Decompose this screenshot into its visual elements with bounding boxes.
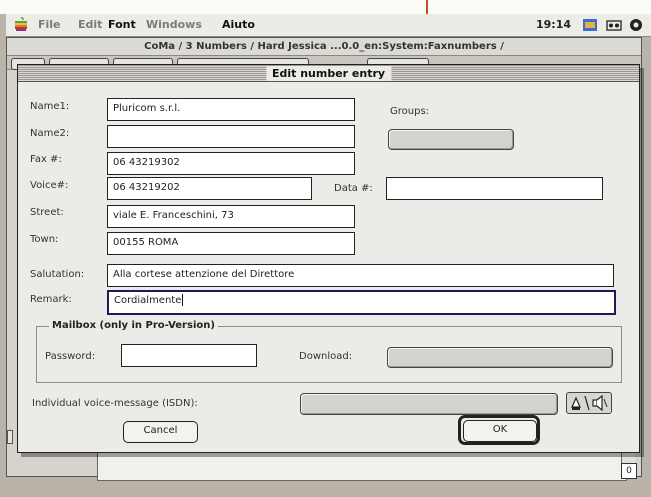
download-label: Download: [299,351,353,362]
dialog-title: Edit number entry [265,66,392,81]
scroll-left-arrow[interactable] [7,430,13,444]
cancel-button[interactable]: Cancel [123,421,198,443]
edit-number-dialog: Edit number entry Name1: Pluricom s.r.l.… [17,64,640,453]
town-label: Town: [30,234,59,245]
background-window-title[interactable]: CoMa / 3 Numbers / Hard Jessica ...0.0_e… [7,38,641,56]
application-icon[interactable] [582,17,598,33]
text-caret [182,294,184,306]
menu-edit[interactable]: Edit [78,18,102,31]
mailbox-title: Mailbox (only in Pro-Version) [49,320,218,331]
password-field[interactable] [121,344,257,367]
remark-field[interactable]: Cordialmente [107,290,616,315]
name1-label: Name1: [30,101,70,112]
street-field[interactable]: viale E. Franceschini, 73 [107,205,355,228]
town-field[interactable]: 00155 ROMA [107,232,355,255]
menu-clock: 19:14 [536,18,572,31]
voice-message-label: Individual voice-message (ISDN): [32,398,198,409]
record-play-button[interactable] [566,392,612,414]
data-label: Data #: [334,183,373,194]
fax-label: Fax #: [30,154,62,165]
fax-field[interactable]: 06 43219302 [107,152,355,175]
remark-label: Remark: [30,294,72,305]
mailbox-group: Mailbox (only in Pro-Version) Password: … [36,320,622,383]
sync-icon[interactable] [628,17,644,33]
name1-field[interactable]: Pluricom s.r.l. [107,98,355,121]
menu-aiuto[interactable]: Aiuto [222,18,255,31]
menu-file[interactable]: File [38,18,61,31]
ok-button[interactable]: OK [463,420,537,442]
corner-label: 0 [621,463,637,479]
groups-label: Groups: [390,106,430,117]
groups-popup[interactable] [388,129,514,150]
salutation-field[interactable]: Alla cortese attenzione del Direttore [107,264,614,287]
download-popup[interactable] [387,347,613,368]
password-label: Password: [45,351,96,362]
record-speaker-icon [571,394,608,412]
ok-button-ring: OK [458,415,540,445]
name2-field[interactable] [107,125,355,148]
remark-text: Cordialmente [114,295,182,306]
salutation-label: Salutation: [30,269,85,280]
menu-font[interactable]: Font [108,18,136,31]
voice-field[interactable]: 06 43219202 [107,177,312,200]
page-mark [426,0,428,14]
apple-menu-icon[interactable] [14,17,28,32]
data-field[interactable] [386,177,603,200]
menu-windows[interactable]: Windows [146,18,202,31]
voice-message-popup[interactable] [300,393,558,415]
page-background [0,0,651,14]
name2-label: Name2: [30,128,70,139]
dialog-titlebar[interactable]: Edit number entry [18,65,639,82]
street-label: Street: [30,207,64,218]
control-strip-icon[interactable] [606,17,622,33]
menu-bar: File Edit Font Windows Aiuto 19:14 [6,14,651,37]
voice-label: Voice#: [30,180,69,191]
